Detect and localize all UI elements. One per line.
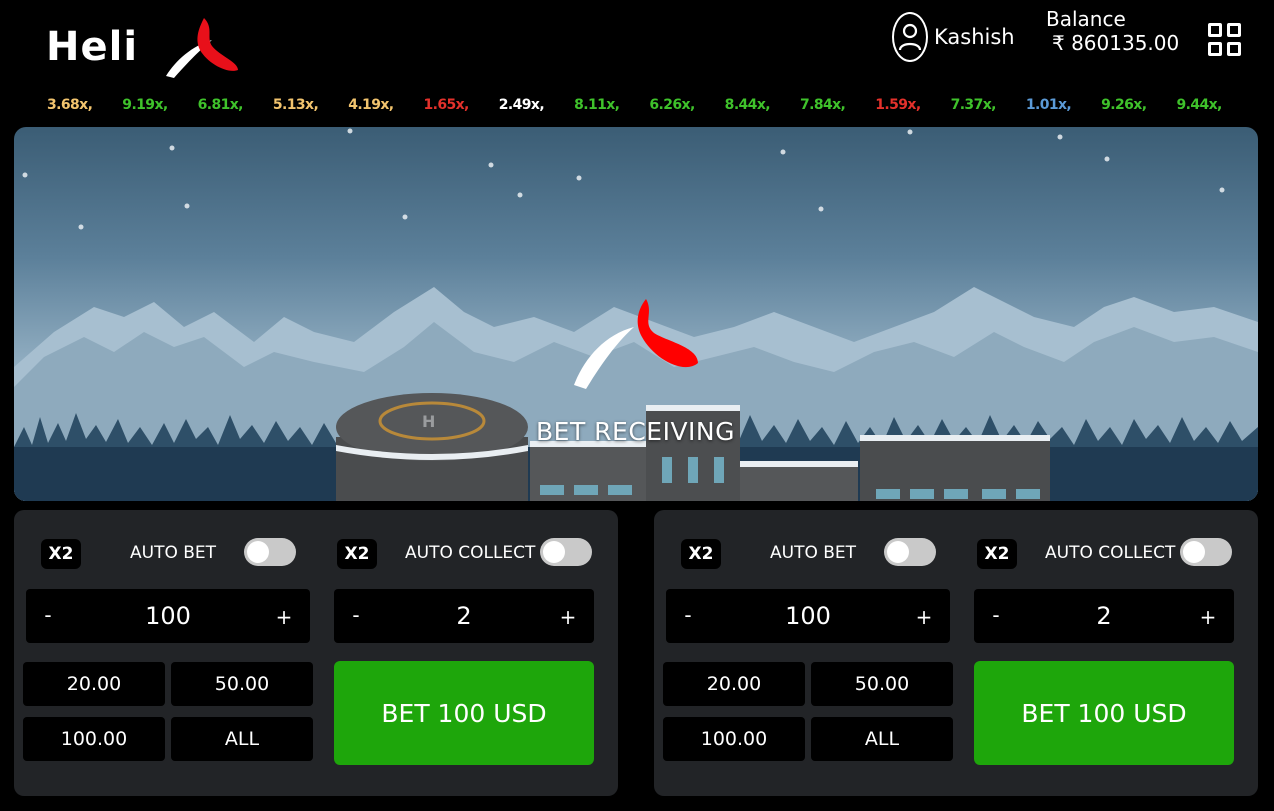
history-multiplier: 1.65x, xyxy=(423,97,469,113)
decrease-amount-button[interactable]: - xyxy=(38,603,58,627)
increase-amount-button[interactable]: + xyxy=(914,605,934,629)
bet-panel-2: X2 AUTO BET X2 AUTO COLLECT - 100 + - 2 … xyxy=(654,510,1258,796)
toggle-knob xyxy=(543,541,565,563)
history-multiplier: 9.26x, xyxy=(1101,97,1147,113)
bet-amount-stepper: - 100 + xyxy=(26,589,310,643)
balance-display: Balance ₹ 860135.00 xyxy=(1046,8,1186,56)
history-multiplier: 9.19x, xyxy=(122,97,168,113)
grid-menu-icon[interactable] xyxy=(1208,23,1242,57)
bet-panel-1: X2 AUTO BET X2 AUTO COLLECT - 100 + - 2 … xyxy=(14,510,618,796)
bet-amount-stepper: - 100 + xyxy=(666,589,950,643)
grid-cell xyxy=(1227,42,1241,56)
auto-bet-label: AUTO BET xyxy=(130,543,217,563)
user-profile[interactable]: Kashish xyxy=(892,12,1015,62)
quick-amount-all-button[interactable]: ALL xyxy=(811,717,953,761)
toggle-knob xyxy=(247,541,269,563)
helix-logo-mark-icon xyxy=(166,18,238,78)
auto-bet-x2-button[interactable]: X2 xyxy=(681,539,721,569)
balance-label: Balance xyxy=(1046,7,1126,31)
multiplier-stepper: - 2 + xyxy=(974,589,1234,643)
place-bet-button[interactable]: BET 100 USD xyxy=(334,661,594,765)
auto-bet-x2-button[interactable]: X2 xyxy=(41,539,81,569)
increase-amount-button[interactable]: + xyxy=(274,605,294,629)
history-multiplier: 6.81x, xyxy=(197,97,244,113)
history-multiplier: 2.49x, xyxy=(498,97,545,113)
user-icon xyxy=(892,12,928,62)
auto-bet-toggle[interactable] xyxy=(244,538,296,566)
history-multiplier: 3.68x, xyxy=(47,97,93,113)
toggle-knob xyxy=(1183,541,1205,563)
auto-collect-toggle[interactable] xyxy=(540,538,592,566)
multiplier-value[interactable]: 2 xyxy=(974,602,1234,630)
toggle-knob xyxy=(887,541,909,563)
history-multiplier: 6.26x, xyxy=(649,97,695,113)
increase-multiplier-button[interactable]: + xyxy=(1198,605,1218,629)
history-multiplier: 8.11x, xyxy=(574,97,620,113)
quick-amount-button[interactable]: 100.00 xyxy=(663,717,805,761)
grid-cell xyxy=(1227,23,1241,37)
history-multiplier: 9.44x, xyxy=(1176,97,1222,113)
auto-bet-toggle[interactable] xyxy=(884,538,936,566)
stars xyxy=(22,128,1225,230)
history-multiplier: 5.13x, xyxy=(272,97,319,113)
history-multiplier: 7.84x, xyxy=(799,97,846,113)
auto-collect-label: AUTO COLLECT xyxy=(405,543,536,563)
grid-cell xyxy=(1208,42,1222,56)
auto-collect-x2-button[interactable]: X2 xyxy=(977,539,1017,569)
history-multiplier: 8.44x, xyxy=(724,97,771,113)
quick-amount-button[interactable]: 50.00 xyxy=(171,662,313,706)
quick-amount-all-button[interactable]: ALL xyxy=(171,717,313,761)
auto-collect-label: AUTO COLLECT xyxy=(1045,543,1176,563)
user-name: Kashish xyxy=(934,25,1015,49)
quick-amount-button[interactable]: 20.00 xyxy=(663,662,805,706)
history-multiplier: 7.37x, xyxy=(950,97,997,113)
auto-bet-label: AUTO BET xyxy=(770,543,857,563)
bet-amount-value[interactable]: 100 xyxy=(26,602,310,630)
place-bet-button[interactable]: BET 100 USD xyxy=(974,661,1234,765)
app-logo: Heli xyxy=(46,18,246,80)
game-status: BET RECEIVING xyxy=(536,417,736,446)
auto-collect-x2-button[interactable]: X2 xyxy=(337,539,377,569)
logo-text: Heli xyxy=(46,24,139,70)
game-canvas: H BET RECEIVING xyxy=(14,127,1258,501)
history-multiplier: 4.19x, xyxy=(348,97,394,113)
multiplier-history: 3.68x, 9.19x, 6.81x, 5.13x, 4.19x, 1.65x, 2.49… xyxy=(47,97,1241,119)
helipad-letter: H xyxy=(422,412,435,431)
quick-amount-button[interactable]: 20.00 xyxy=(23,662,165,706)
grid-cell xyxy=(1208,23,1222,37)
multiplier-stepper: - 2 + xyxy=(334,589,594,643)
history-multiplier: 1.59x, xyxy=(875,97,921,113)
auto-collect-toggle[interactable] xyxy=(1180,538,1232,566)
decrease-multiplier-button[interactable]: - xyxy=(346,603,366,627)
decrease-amount-button[interactable]: - xyxy=(678,603,698,627)
decrease-multiplier-button[interactable]: - xyxy=(986,603,1006,627)
multiplier-value[interactable]: 2 xyxy=(334,602,594,630)
balance-value: ₹ 860135.00 xyxy=(1052,31,1180,55)
quick-amount-button[interactable]: 50.00 xyxy=(811,662,953,706)
quick-amount-button[interactable]: 100.00 xyxy=(23,717,165,761)
bet-amount-value[interactable]: 100 xyxy=(666,602,950,630)
history-multiplier: 1.01x, xyxy=(1025,97,1072,113)
increase-multiplier-button[interactable]: + xyxy=(558,605,578,629)
